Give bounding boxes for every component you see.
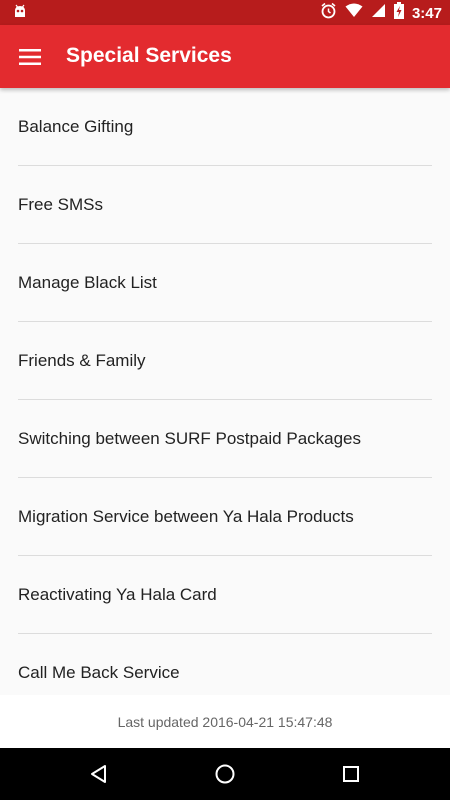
back-icon[interactable] <box>84 759 114 789</box>
android-debug-icon <box>12 4 28 20</box>
list-item-reactivating-card[interactable]: Reactivating Ya Hala Card <box>18 556 432 634</box>
home-icon[interactable] <box>210 759 240 789</box>
list-item-label: Call Me Back Service <box>18 662 180 682</box>
service-list: Balance Gifting Free SMSs Manage Black L… <box>0 88 450 695</box>
list-item-label: Switching between SURF Postpaid Packages <box>18 428 362 448</box>
list-item-free-smss[interactable]: Free SMSs <box>18 166 432 244</box>
last-updated-footer: Last updated 2016-04-21 15:47:48 <box>0 695 450 748</box>
list-item-label: Friends & Family <box>18 350 146 370</box>
cell-signal-icon <box>371 3 386 23</box>
battery-charging-icon <box>393 2 404 24</box>
list-item-label: Manage Black List <box>18 272 157 292</box>
page-title: Special Services <box>66 44 232 67</box>
last-updated-text: Last updated 2016-04-21 15:47:48 <box>117 713 333 730</box>
list-item-friends-family[interactable]: Friends & Family <box>18 322 432 400</box>
status-bar: 3:47 <box>0 0 450 25</box>
list-item-label: Free SMSs <box>18 194 104 214</box>
recents-icon[interactable] <box>336 759 366 789</box>
list-item-label: Balance Gifting <box>18 116 134 136</box>
alarm-clock-icon <box>320 2 337 24</box>
list-item-balance-gifting[interactable]: Balance Gifting <box>18 88 432 166</box>
wifi-icon <box>345 3 363 23</box>
list-item-call-me-back[interactable]: Call Me Back Service <box>18 634 432 695</box>
hamburger-menu-icon[interactable] <box>10 37 50 77</box>
list-item-migration-service[interactable]: Migration Service between Ya Hala Produc… <box>18 478 432 556</box>
status-time: 3:47 <box>411 4 442 22</box>
list-item-label: Reactivating Ya Hala Card <box>18 584 217 604</box>
list-item-switching-surf-packages[interactable]: Switching between SURF Postpaid Packages <box>18 400 432 478</box>
list-item-label: Migration Service between Ya Hala Produc… <box>18 506 354 526</box>
app-bar: Special Services <box>0 25 450 88</box>
list-item-manage-black-list[interactable]: Manage Black List <box>18 244 432 322</box>
navigation-bar <box>0 748 450 800</box>
